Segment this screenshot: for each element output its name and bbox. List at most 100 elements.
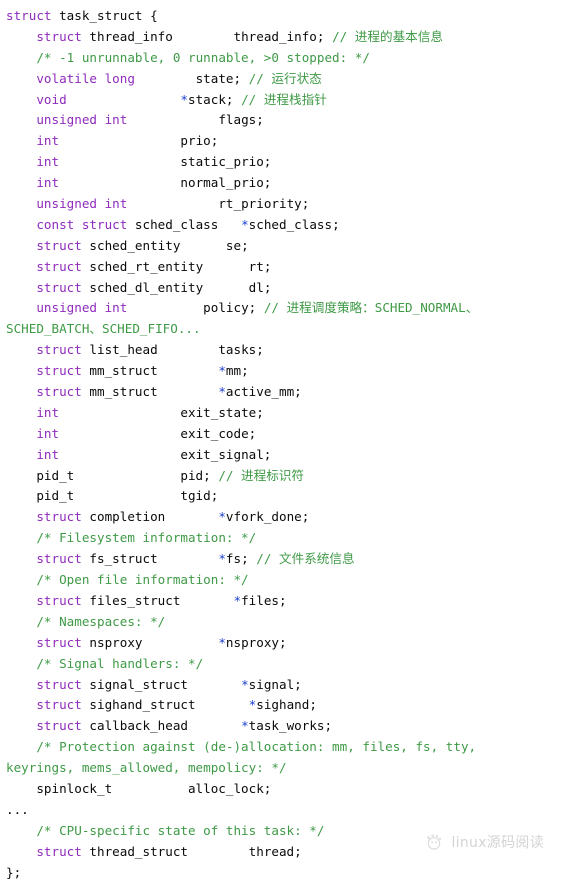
code-line: /* Filesystem information: */ bbox=[0, 528, 562, 549]
code-token-pun bbox=[6, 29, 36, 44]
code-token-cm: /* Open file information: */ bbox=[36, 572, 249, 588]
code-token-id: normal_prio; bbox=[59, 175, 272, 191]
code-token-cm: /* -1 unrunnable, 0 runnable, >0 stopped… bbox=[36, 49, 370, 65]
code-token-pun bbox=[6, 656, 36, 671]
code-token-ptr: * bbox=[241, 718, 249, 734]
code-token-id: signal; bbox=[248, 676, 302, 692]
code-token-pun bbox=[6, 739, 36, 754]
code-line: int exit_state; bbox=[0, 403, 562, 424]
code-token-ptr: * bbox=[180, 91, 189, 107]
code-token-pun bbox=[6, 447, 36, 462]
code-token-pun bbox=[6, 718, 36, 733]
code-token-id bbox=[67, 92, 181, 107]
code-line: unsigned int policy; // 进程调度策略：SCHED_NOR… bbox=[0, 298, 562, 319]
code-token-id: sched_class bbox=[127, 216, 242, 232]
code-token-id: list_head tasks; bbox=[81, 342, 264, 358]
code-token-cm: /* Signal handlers: */ bbox=[36, 655, 204, 671]
code-line: struct signal_struct *signal; bbox=[0, 675, 562, 696]
code-token-kw: struct bbox=[36, 279, 82, 295]
code-token-id: files; bbox=[241, 592, 287, 608]
code-token-kw: struct bbox=[36, 592, 82, 608]
code-token-pun bbox=[6, 530, 36, 545]
code-token-pun bbox=[6, 238, 36, 253]
code-line: struct mm_struct *mm; bbox=[0, 361, 562, 382]
code-token-kw: struct bbox=[36, 342, 82, 358]
code-line: int exit_signal; bbox=[0, 445, 562, 466]
code-token-pun bbox=[6, 677, 36, 692]
code-token-id: callback_head bbox=[81, 718, 242, 734]
code-token-cm: /* Namespaces: */ bbox=[36, 613, 166, 629]
code-token-kw: struct bbox=[36, 551, 82, 567]
code-token-kw: unsigned int bbox=[36, 300, 128, 316]
code-token-kw: struct bbox=[36, 634, 82, 650]
code-line: }; bbox=[0, 863, 562, 883]
code-line: struct list_head tasks; bbox=[0, 340, 562, 361]
code-token-ptr: * bbox=[218, 551, 226, 567]
code-token-id: sighand_struct bbox=[81, 697, 249, 713]
code-token-kw: unsigned int bbox=[36, 112, 128, 128]
code-token-pun bbox=[6, 175, 36, 190]
code-line: struct thread_info thread_info; // 进程的基本… bbox=[0, 27, 562, 48]
code-token-ptr: * bbox=[241, 216, 249, 232]
code-token-ptr: * bbox=[218, 509, 226, 525]
code-token-pun bbox=[6, 259, 36, 274]
code-token-id: mm; bbox=[225, 363, 249, 379]
code-token-pun bbox=[6, 593, 36, 608]
code-line: const struct sched_class *sched_class; bbox=[0, 215, 562, 236]
code-line: void *stack; // 进程栈指针 bbox=[0, 90, 562, 111]
code-token-cm: SCHED_BATCH、SCHED_FIFO... bbox=[6, 321, 201, 337]
code-token-pun bbox=[6, 405, 36, 420]
code-line: struct mm_struct *active_mm; bbox=[0, 382, 562, 403]
code-line: int exit_code; bbox=[0, 424, 562, 445]
code-token-kw: int bbox=[36, 425, 60, 441]
code-token-kw: unsigned int bbox=[36, 196, 128, 212]
code-token-kw: struct bbox=[36, 384, 82, 400]
code-token-id: state; bbox=[134, 70, 249, 86]
code-token-id: rt_priority; bbox=[127, 196, 310, 212]
code-token-id: thread_info thread_info; bbox=[81, 28, 333, 44]
code-line: pid_t pid; // 进程标识符 bbox=[0, 466, 562, 487]
code-token-pun bbox=[6, 50, 36, 65]
code-token-kw: struct bbox=[6, 8, 52, 23]
code-line: ... bbox=[0, 800, 562, 821]
code-token-kw: struct bbox=[36, 363, 82, 379]
code-token-ptr: * bbox=[218, 384, 226, 400]
code-lines-container: struct task_struct { struct thread_info … bbox=[0, 6, 562, 883]
code-token-id: task_works; bbox=[248, 718, 333, 734]
code-token-kw: struct bbox=[36, 697, 82, 713]
code-line: /* -1 unrunnable, 0 runnable, >0 stopped… bbox=[0, 48, 562, 69]
code-line: struct callback_head *task_works; bbox=[0, 716, 562, 737]
code-token-kw: struct bbox=[36, 843, 82, 859]
code-line: unsigned int rt_priority; bbox=[0, 194, 562, 215]
code-token-id: spinlock_t alloc_lock; bbox=[6, 780, 272, 796]
code-token-id: sched_rt_entity rt; bbox=[81, 258, 272, 274]
code-token-pun bbox=[6, 71, 36, 86]
code-token-cm: keyrings, mems_allowed, mempolicy: */ bbox=[6, 760, 287, 776]
code-line: /* Protection against (de-)allocation: m… bbox=[0, 737, 562, 758]
code-token-id: mm_struct bbox=[81, 384, 219, 400]
code-line: struct completion *vfork_done; bbox=[0, 507, 562, 528]
code-token-id: static_prio; bbox=[59, 154, 272, 170]
code-token-ptr: * bbox=[233, 592, 242, 608]
code-line: pid_t tgid; bbox=[0, 486, 562, 507]
code-token-kw: struct bbox=[36, 237, 82, 253]
code-token-id: thread_struct thread; bbox=[81, 843, 302, 859]
code-token-id: exit_state; bbox=[59, 404, 264, 420]
code-token-pun bbox=[6, 133, 36, 148]
code-line: struct nsproxy *nsproxy; bbox=[0, 633, 562, 654]
code-token-pun bbox=[6, 363, 36, 378]
code-line: int static_prio; bbox=[0, 152, 562, 173]
code-token-cm: // 进程标识符 bbox=[218, 467, 305, 483]
code-token-pun bbox=[6, 614, 36, 629]
code-token-kw: struct bbox=[36, 676, 82, 692]
code-token-id: task_struct { bbox=[51, 8, 158, 23]
code-token-cm: // 文件系统信息 bbox=[256, 551, 355, 567]
code-line: /* Open file information: */ bbox=[0, 570, 562, 591]
code-token-id: pid_t tgid; bbox=[6, 488, 219, 504]
code-line: struct fs_struct *fs; // 文件系统信息 bbox=[0, 549, 562, 570]
code-token-cm: // 运行状态 bbox=[248, 70, 322, 86]
code-line: spinlock_t alloc_lock; bbox=[0, 779, 562, 800]
code-line: int prio; bbox=[0, 131, 562, 152]
code-token-pun bbox=[6, 551, 36, 566]
code-token-id: files_struct bbox=[81, 592, 234, 608]
